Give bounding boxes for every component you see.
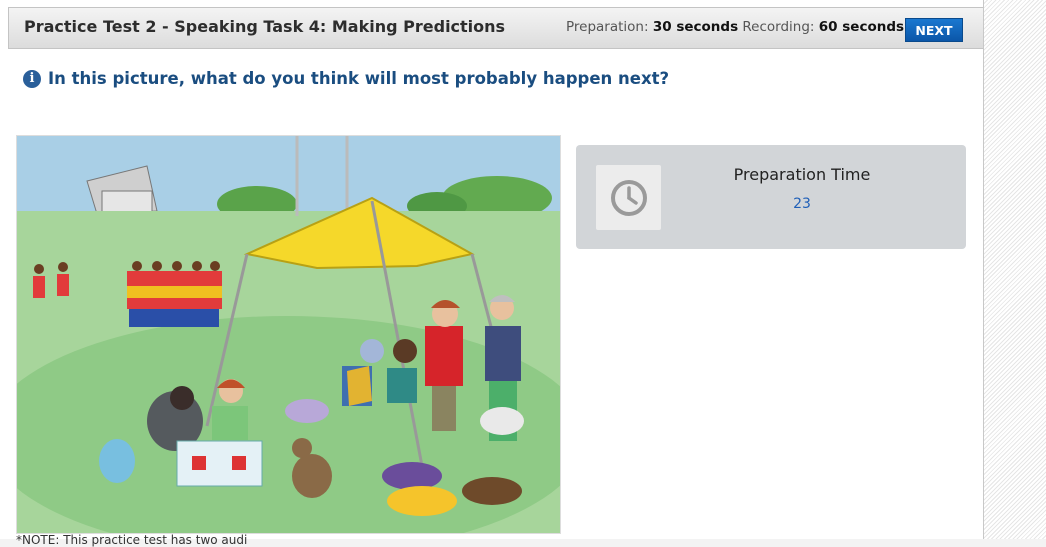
- preparation-timer: Preparation Time 23: [576, 145, 966, 249]
- next-button[interactable]: NEXT: [905, 18, 963, 42]
- preparation-time-label: Preparation Time: [733, 165, 871, 184]
- recording-label: Recording:: [742, 19, 815, 35]
- task-header: Practice Test 2 - Speaking Task 4: Makin…: [8, 7, 983, 49]
- picnic-illustration: [17, 136, 560, 533]
- preparation-time-remaining: 23: [793, 196, 811, 212]
- question-prompt: i In this picture, what do you think wil…: [23, 69, 669, 88]
- page-background-pattern: [984, 0, 1046, 539]
- task-title: Practice Test 2 - Speaking Task 4: Makin…: [24, 17, 506, 36]
- timing-info: Preparation: 30 seconds Recording: 60 se…: [566, 19, 904, 35]
- preparation-label: Preparation:: [566, 19, 649, 35]
- preparation-duration: 30 seconds: [652, 19, 739, 35]
- recording-duration: 60 seconds: [818, 19, 905, 35]
- test-panel: Practice Test 2 - Speaking Task 4: Makin…: [0, 0, 984, 547]
- footnote: *NOTE: This practice test has two audi: [16, 533, 248, 547]
- task-picture: [16, 135, 561, 534]
- question-text: In this picture, what do you think will …: [48, 69, 670, 88]
- info-icon: i: [23, 69, 41, 88]
